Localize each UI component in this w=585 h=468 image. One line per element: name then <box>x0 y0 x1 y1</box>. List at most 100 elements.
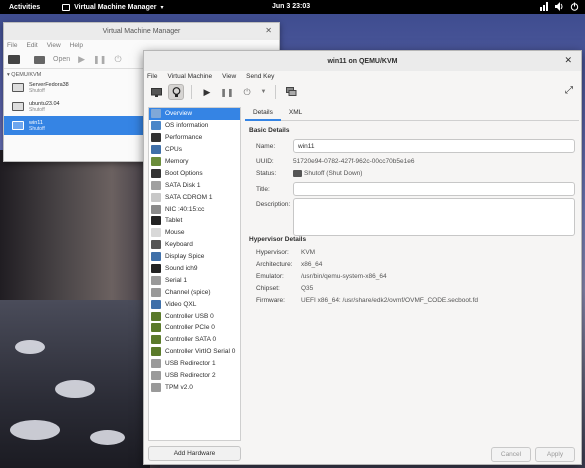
hardware-item[interactable]: Controller USB 0 <box>149 310 240 322</box>
boot-icon <box>151 168 161 178</box>
channel-icon <box>151 287 161 297</box>
menu-file[interactable]: File <box>7 42 17 49</box>
add-hardware-button[interactable]: Add Hardware <box>148 446 241 461</box>
hardware-item[interactable]: SATA CDROM 1 <box>149 191 240 203</box>
clock[interactable]: Jun 3 23:03 <box>272 3 310 10</box>
menu-virtual-machine[interactable]: Virtual Machine <box>167 73 212 80</box>
open-button[interactable]: Open <box>53 56 70 63</box>
fullscreen-icon[interactable]: ⤢ <box>565 85 573 96</box>
status-label: Status: <box>256 170 277 177</box>
cancel-button[interactable]: Cancel <box>491 447 531 462</box>
details-button[interactable] <box>168 84 184 100</box>
mouse-icon <box>151 228 161 238</box>
hypervisor-row: Firmware: UEFI x86_64: /usr/share/edk2/ov… <box>245 297 478 304</box>
hardware-item[interactable]: Controller VirtIO Serial 0 <box>149 346 240 358</box>
menu-view[interactable]: View <box>222 73 236 80</box>
console-button[interactable] <box>148 84 164 100</box>
hardware-item-label: Controller USB 0 <box>165 312 214 320</box>
hardware-item[interactable]: Boot Options <box>149 167 240 179</box>
monitor-icon <box>12 121 24 130</box>
close-icon[interactable]: ✕ <box>265 26 272 35</box>
name-row: Name: win11 <box>245 139 575 153</box>
hardware-item[interactable]: SATA Disk 1 <box>149 179 240 191</box>
shutdown-button[interactable]: ⏻ <box>239 84 255 100</box>
description-field[interactable] <box>293 198 575 236</box>
name-field[interactable]: win11 <box>293 139 575 153</box>
vmm-titlebar[interactable]: Virtual Machine Manager ✕ <box>4 23 279 40</box>
hardware-item-label: Controller VirtIO Serial 0 <box>165 348 236 356</box>
hardware-item-label: Serial 1 <box>165 276 188 284</box>
hardware-item[interactable]: CPUs <box>149 144 240 156</box>
hardware-item[interactable]: NIC :40:15:cc <box>149 203 240 215</box>
hardware-item[interactable]: Video QXL <box>149 298 240 310</box>
play-icon[interactable]: ▶ <box>78 54 85 65</box>
app-menu[interactable]: Virtual Machine Manager ▾ <box>62 3 163 11</box>
hardware-item[interactable]: USB Redirector 1 <box>149 358 240 370</box>
menu-help[interactable]: Help <box>70 42 83 49</box>
hardware-item[interactable]: Tablet <box>149 215 240 227</box>
hardware-item[interactable]: USB Redirector 2 <box>149 370 240 382</box>
monitor-icon <box>150 87 162 97</box>
apply-button[interactable]: Apply <box>535 447 575 462</box>
status-value: Shutoff (Shut Down) <box>304 170 363 177</box>
hypervisor-label: Hypervisor: <box>256 249 289 256</box>
system-tray[interactable] <box>540 2 579 11</box>
hardware-item-label: Sound ich9 <box>165 265 198 273</box>
video-icon <box>151 299 161 309</box>
toolbar-separator <box>275 85 276 99</box>
hardware-list: Overview OS information Performance CPUs Mem… <box>148 107 241 441</box>
new-vm-icon[interactable] <box>8 55 20 64</box>
hardware-item[interactable]: Controller PCIe 0 <box>149 322 240 334</box>
menu-edit[interactable]: Edit <box>26 42 37 49</box>
tablet-icon <box>151 216 161 226</box>
hardware-item-label: SATA Disk 1 <box>165 181 201 189</box>
connection-label: QEMU/KVM <box>11 72 42 78</box>
vm-details-window[interactable]: win11 on QEMU/KVM ✕ File Virtual Machine… <box>143 50 582 465</box>
hardware-item[interactable]: Memory <box>149 156 240 168</box>
shutdown-menu-button[interactable]: ▼ <box>259 84 268 100</box>
hardware-item[interactable]: Keyboard <box>149 239 240 251</box>
hardware-item-label: Memory <box>165 158 189 165</box>
hypervisor-label: Chipset: <box>256 285 280 292</box>
keyboard-icon <box>151 240 161 250</box>
tab-xml[interactable]: XML <box>281 107 310 121</box>
run-button[interactable]: ▶ <box>199 84 215 100</box>
close-icon[interactable]: ✕ <box>564 55 572 66</box>
tab-details[interactable]: Details <box>245 107 281 121</box>
hardware-item[interactable]: Channel (spice) <box>149 286 240 298</box>
power-icon: ⏻ <box>243 86 251 97</box>
hardware-item[interactable]: Sound ich9 <box>149 263 240 275</box>
activities-button[interactable]: Activities <box>9 4 40 11</box>
hardware-item[interactable]: Serial 1 <box>149 274 240 286</box>
hardware-item[interactable]: Mouse <box>149 227 240 239</box>
hardware-item[interactable]: Performance <box>149 132 240 144</box>
hardware-item[interactable]: TPM v2.0 <box>149 381 240 393</box>
menu-view[interactable]: View <box>47 42 61 49</box>
power-icon[interactable]: ⏻ <box>114 54 121 65</box>
pause-icon[interactable]: ❚❚ <box>93 55 106 64</box>
menu-send-key[interactable]: Send Key <box>246 73 274 80</box>
pause-button[interactable]: ❚❚ <box>219 84 235 100</box>
hardware-item-label: Video QXL <box>165 300 197 308</box>
hypervisor-value: KVM <box>301 249 316 256</box>
menu-file[interactable]: File <box>147 73 157 80</box>
hardware-item[interactable]: Display Spice <box>149 251 240 263</box>
title-field[interactable] <box>293 182 575 196</box>
snapshots-button[interactable] <box>283 84 299 100</box>
hardware-item-label: Channel (spice) <box>165 288 211 296</box>
hardware-item[interactable]: Controller SATA 0 <box>149 334 240 346</box>
window-titlebar[interactable]: win11 on QEMU/KVM ✕ <box>144 51 581 71</box>
hardware-item-label: Controller SATA 0 <box>165 336 217 344</box>
monitor-icon <box>12 102 24 111</box>
hardware-item-label: SATA CDROM 1 <box>165 193 213 201</box>
hardware-item-label: CPUs <box>165 146 182 154</box>
network-icon <box>540 2 549 11</box>
hypervisor-label: Architecture: <box>256 261 293 268</box>
hypervisor-row: Chipset: Q35 <box>245 285 313 292</box>
os-info-icon <box>151 121 161 131</box>
hardware-item[interactable]: Overview <box>149 108 240 120</box>
hardware-item[interactable]: OS information <box>149 120 240 132</box>
hypervisor-row: Architecture: x86_64 <box>245 261 322 268</box>
open-vm-icon[interactable] <box>34 55 45 64</box>
hardware-item-label: OS information <box>165 122 209 130</box>
